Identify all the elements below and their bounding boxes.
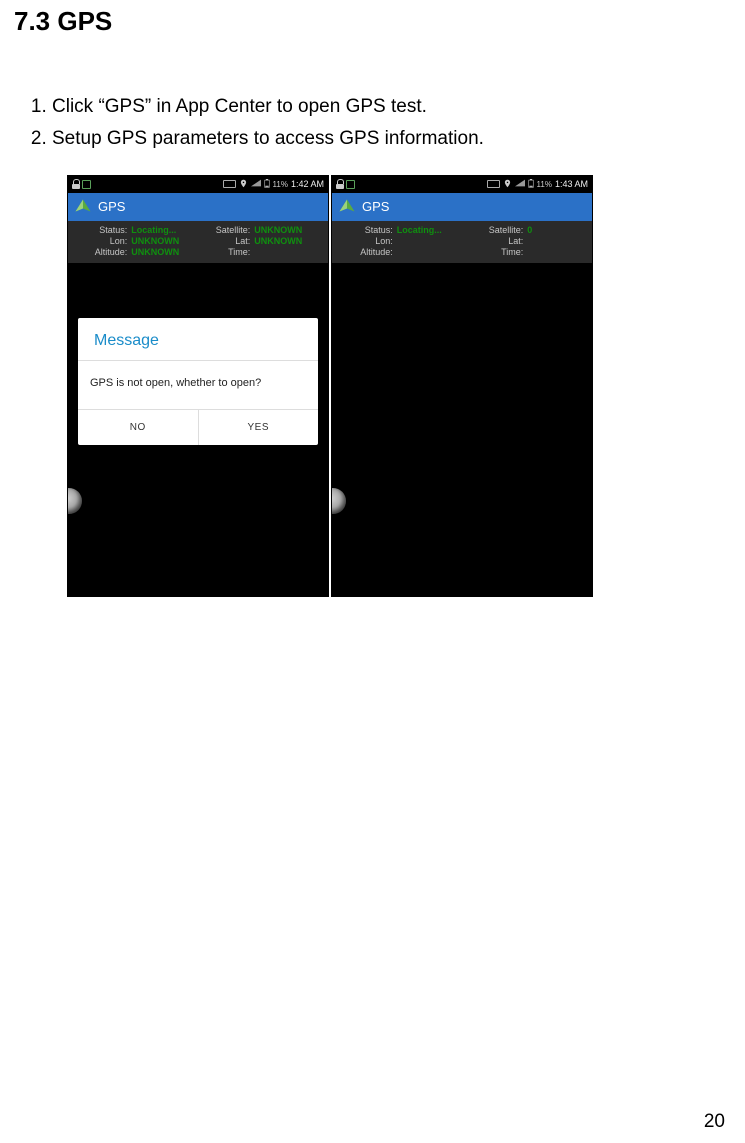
section-heading: 7.3 GPS	[0, 0, 745, 37]
gps-info-panel: Status: Locating... Lon: UNKNOWN Altitud…	[68, 221, 328, 263]
status-value: Locating...	[131, 225, 198, 235]
status-bar-right: 11% 1:42 AM	[223, 178, 324, 191]
lat-label: Lat:	[462, 236, 523, 246]
lat-label: Lat:	[198, 236, 250, 246]
altitude-label: Altitude:	[76, 247, 127, 257]
location-icon	[239, 178, 248, 191]
app-notification-icon	[346, 180, 355, 189]
status-bar: 11% 1:43 AM	[332, 176, 592, 193]
battery-icon	[264, 179, 270, 190]
status-label: Status:	[76, 225, 127, 235]
lon-label: Lon:	[340, 236, 393, 246]
dialog-actions: NO YES	[78, 409, 318, 445]
page-number: 20	[704, 1111, 725, 1133]
assistive-touch-icon[interactable]	[67, 488, 82, 514]
signal-icon	[515, 179, 525, 189]
gps-app-icon	[338, 198, 356, 216]
screenshots-row: 11% 1:42 AM GPS Status: Locating... Lon:…	[67, 175, 745, 597]
app-notification-icon	[82, 180, 91, 189]
lat-value: UNKNOWN	[254, 236, 320, 246]
clock: 1:42 AM	[291, 179, 324, 189]
signal-icon	[251, 179, 261, 189]
dialog-body: GPS is not open, whether to open?	[78, 361, 318, 409]
dialog-title: Message	[78, 318, 318, 360]
app-bar: GPS	[332, 193, 592, 221]
satellite-value: UNKNOWN	[254, 225, 320, 235]
lock-icon	[72, 179, 80, 189]
clock: 1:43 AM	[555, 179, 588, 189]
altitude-value	[397, 247, 462, 257]
status-bar-left	[336, 179, 355, 189]
screenshot-2: 11% 1:43 AM GPS Status: Locating... Lon:…	[331, 175, 593, 597]
status-bar: 11% 1:42 AM	[68, 176, 328, 193]
location-icon	[503, 178, 512, 191]
keyboard-icon	[487, 180, 500, 188]
battery-icon	[528, 179, 534, 190]
time-value	[254, 247, 320, 257]
no-button[interactable]: NO	[78, 410, 198, 445]
altitude-value: UNKNOWN	[131, 247, 198, 257]
keyboard-icon	[223, 180, 236, 188]
instruction-list: Click “GPS” in App Center to open GPS te…	[52, 92, 745, 155]
battery-percent: 11%	[273, 180, 288, 189]
satellite-label: Satellite:	[462, 225, 523, 235]
satellite-value: 0	[527, 225, 584, 235]
yes-button[interactable]: YES	[198, 410, 319, 445]
lon-value: UNKNOWN	[131, 236, 198, 246]
app-title: GPS	[98, 199, 125, 214]
gps-open-dialog: Message GPS is not open, whether to open…	[78, 318, 318, 445]
status-value: Locating...	[397, 225, 462, 235]
satellite-label: Satellite:	[198, 225, 250, 235]
status-bar-left	[72, 179, 91, 189]
instruction-step: Setup GPS parameters to access GPS infor…	[52, 124, 745, 154]
lock-icon	[336, 179, 344, 189]
assistive-touch-icon[interactable]	[331, 488, 346, 514]
screenshot-1: 11% 1:42 AM GPS Status: Locating... Lon:…	[67, 175, 329, 597]
gps-app-icon	[74, 198, 92, 216]
battery-percent: 11%	[537, 180, 552, 189]
instruction-step: Click “GPS” in App Center to open GPS te…	[52, 92, 745, 122]
app-title: GPS	[362, 199, 389, 214]
status-label: Status:	[340, 225, 393, 235]
lon-value	[397, 236, 462, 246]
time-label: Time:	[198, 247, 250, 257]
app-bar: GPS	[68, 193, 328, 221]
altitude-label: Altitude:	[340, 247, 393, 257]
status-bar-right: 11% 1:43 AM	[487, 178, 588, 191]
lat-value	[527, 236, 584, 246]
time-label: Time:	[462, 247, 523, 257]
lon-label: Lon:	[76, 236, 127, 246]
gps-info-panel: Status: Locating... Lon: Altitude: Satel…	[332, 221, 592, 263]
time-value	[527, 247, 584, 257]
